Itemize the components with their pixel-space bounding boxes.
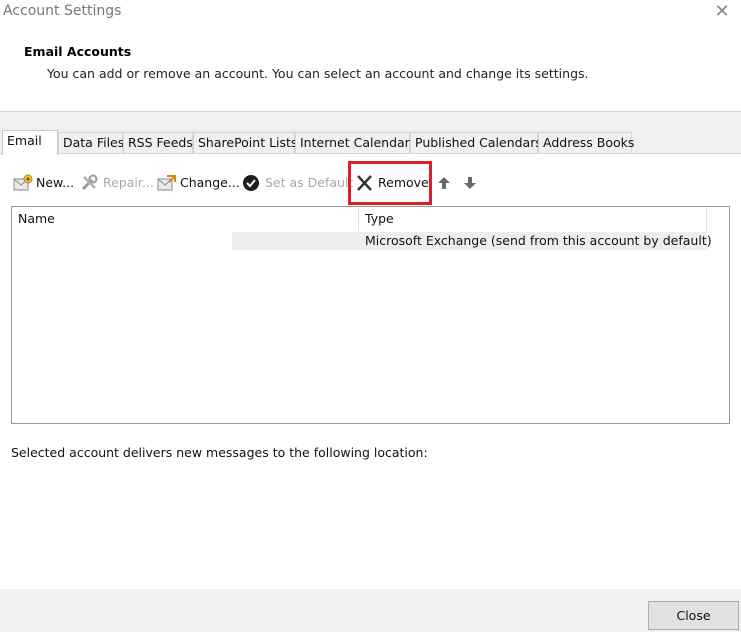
tab-internet-calendars[interactable]: Internet Calendars xyxy=(295,132,416,154)
new-button-label: New... xyxy=(36,175,75,190)
column-header-type[interactable]: Type xyxy=(365,207,394,231)
window-title: Account Settings xyxy=(3,3,122,19)
column-separator[interactable] xyxy=(706,207,707,231)
repair-button[interactable]: Repair... xyxy=(80,172,154,194)
new-account-icon xyxy=(13,174,33,192)
change-button[interactable]: Change... xyxy=(157,172,240,194)
move-up-button[interactable] xyxy=(437,172,454,194)
tab-address-books[interactable]: Address Books xyxy=(538,132,634,154)
tab-published-calendars[interactable]: Published Calendars xyxy=(410,132,542,154)
header-title: Email Accounts xyxy=(24,44,132,59)
header-subtitle: You can add or remove an account. You ca… xyxy=(47,66,589,81)
remove-highlight-box xyxy=(348,161,432,205)
close-button[interactable]: Close xyxy=(648,601,739,630)
close-icon[interactable]: ✕ xyxy=(711,2,733,22)
tab-strip: Email Data Files RSS Feeds SharePoint Li… xyxy=(0,130,741,155)
header-area: Email Accounts You can add or remove an … xyxy=(0,26,741,112)
title-bar: Account Settings ✕ xyxy=(0,0,741,26)
column-header-name[interactable]: Name xyxy=(18,207,55,231)
set-as-default-label: Set as Default xyxy=(265,175,354,190)
column-separator[interactable] xyxy=(358,207,359,231)
arrow-down-icon xyxy=(463,174,477,192)
tab-data-files[interactable]: Data Files xyxy=(58,132,124,154)
tab-sharepoint-lists[interactable]: SharePoint Lists xyxy=(193,132,297,154)
new-button[interactable]: New... xyxy=(13,172,74,194)
set-as-default-button[interactable]: Set as Default xyxy=(242,172,353,194)
account-list[interactable]: Name Type Microsoft Exchange (send from … xyxy=(11,206,730,424)
change-button-label: Change... xyxy=(180,175,240,190)
account-type-cell[interactable]: Microsoft Exchange (send from this accou… xyxy=(365,232,712,250)
tab-rss-feeds[interactable]: RSS Feeds xyxy=(123,132,193,154)
checkmark-circle-icon xyxy=(242,174,262,192)
account-settings-window: Account Settings ✕ Email Accounts You ca… xyxy=(0,0,741,632)
tab-email[interactable]: Email xyxy=(2,130,58,155)
arrow-up-icon xyxy=(437,174,451,192)
repair-button-label: Repair... xyxy=(103,175,154,190)
email-tab-panel: New... Repair... Change... Set as Defaul… xyxy=(0,153,741,589)
repair-tools-icon xyxy=(80,174,100,192)
move-down-button[interactable] xyxy=(463,172,480,194)
change-account-icon xyxy=(157,174,177,192)
delivery-location-text: Selected account delivers new messages t… xyxy=(11,445,428,460)
